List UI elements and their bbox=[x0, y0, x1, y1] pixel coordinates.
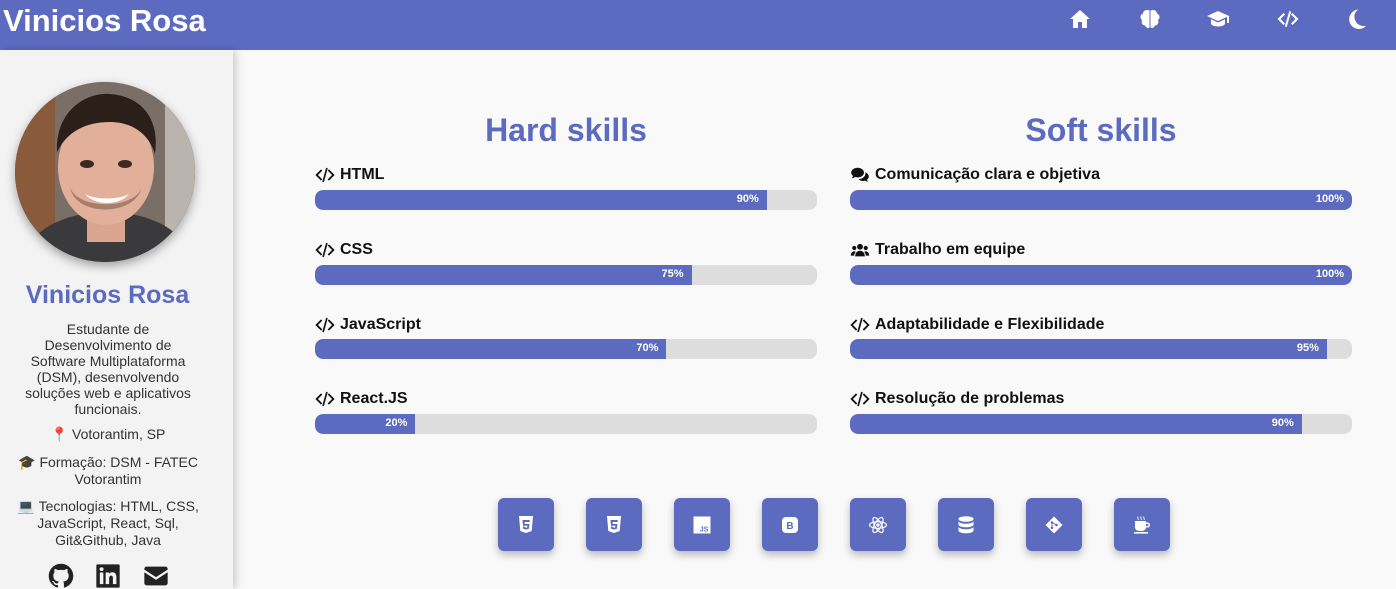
soft-skill-problem-solving-label: Resolução de problemas bbox=[850, 390, 1064, 408]
skill-name: Comunicação clara e objetiva bbox=[875, 166, 1100, 183]
github-icon[interactable] bbox=[47, 562, 75, 589]
soft-skill-problem-solving-progress: 90% bbox=[850, 414, 1352, 434]
progress-percent: 70% bbox=[636, 342, 659, 354]
top-navbar: Vinicios Rosa bbox=[0, 0, 1396, 50]
home-icon[interactable] bbox=[1067, 6, 1093, 32]
linkedin-icon[interactable] bbox=[94, 562, 122, 589]
code-icon bbox=[850, 316, 870, 334]
graduation-cap-icon: 🎓 bbox=[18, 454, 36, 470]
javascript-button[interactable]: JS bbox=[674, 498, 730, 551]
database-icon bbox=[958, 515, 974, 533]
location-info: 📍 Votorantim, SP bbox=[8, 426, 208, 443]
technologies-text: Tecnologias: HTML, CSS, JavaScript, Reac… bbox=[37, 498, 199, 548]
hard-skill-javascript-progress: 70% bbox=[315, 339, 817, 359]
code-icon bbox=[315, 241, 335, 259]
soft-skill-communication-progress: 100% bbox=[850, 190, 1352, 210]
hard-skill-css-progress: 75% bbox=[315, 265, 817, 285]
soft-skills-title: Soft skills bbox=[1025, 112, 1177, 148]
profile-sidebar: Vinicios Rosa Estudante de Desenvolvimen… bbox=[0, 50, 233, 589]
code-icon bbox=[850, 390, 870, 408]
location-text: Votorantim, SP bbox=[72, 426, 166, 442]
education-info: 🎓 Formação: DSM - FATEC Votorantim bbox=[8, 454, 208, 488]
bootstrap-button[interactable]: B bbox=[762, 498, 818, 551]
skill-name: HTML bbox=[340, 166, 385, 183]
progress-fill: 95% bbox=[850, 339, 1327, 359]
hard-skill-html-progress: 90% bbox=[315, 190, 817, 210]
hard-skill-css-label: CSS bbox=[315, 241, 373, 259]
skill-name: JavaScript bbox=[340, 316, 421, 333]
code-icon bbox=[315, 166, 335, 184]
hard-skill-react-label: React.JS bbox=[315, 390, 408, 408]
brand-title[interactable]: Vinicios Rosa bbox=[3, 3, 206, 39]
bootstrap-icon: B bbox=[782, 516, 798, 533]
laptop-icon: 💻 bbox=[17, 498, 35, 514]
hard-skill-javascript-label: JavaScript bbox=[315, 316, 421, 334]
skill-name: Resolução de problemas bbox=[875, 390, 1065, 407]
bootstrap-glyph: B bbox=[786, 521, 793, 532]
soft-skill-teamwork-progress: 100% bbox=[850, 265, 1352, 285]
progress-percent: 75% bbox=[661, 268, 684, 280]
css3-button[interactable] bbox=[586, 498, 642, 551]
progress-fill: 100% bbox=[850, 190, 1352, 210]
soft-skill-adaptability-label: Adaptabilidade e Flexibilidade bbox=[850, 316, 1104, 334]
react-icon bbox=[868, 516, 888, 533]
progress-fill: 75% bbox=[315, 265, 692, 285]
code-icon[interactable] bbox=[1275, 6, 1301, 32]
progress-fill: 90% bbox=[850, 414, 1302, 434]
soft-skill-communication-label: Comunicação clara e objetiva bbox=[850, 166, 1100, 184]
react-button[interactable] bbox=[850, 498, 906, 551]
hard-skill-react-progress: 20% bbox=[315, 414, 817, 434]
pin-icon: 📍 bbox=[50, 426, 69, 442]
git-button[interactable] bbox=[1026, 498, 1082, 551]
progress-percent: 100% bbox=[1315, 268, 1344, 280]
skill-name: React.JS bbox=[340, 390, 408, 407]
avatar bbox=[15, 82, 195, 262]
profile-name: Vinicios Rosa bbox=[25, 281, 190, 309]
javascript-icon: JS bbox=[693, 516, 711, 533]
profile-bio: Estudante de Desenvolvimento de Software… bbox=[25, 321, 191, 417]
js-glyph: JS bbox=[700, 526, 709, 533]
comments-icon bbox=[850, 166, 870, 184]
git-icon bbox=[1045, 516, 1063, 533]
brain-icon[interactable] bbox=[1137, 6, 1163, 32]
java-icon bbox=[1134, 515, 1150, 534]
code-icon bbox=[315, 390, 335, 408]
progress-percent: 100% bbox=[1315, 193, 1344, 205]
progress-percent: 20% bbox=[385, 417, 408, 429]
database-button[interactable] bbox=[938, 498, 994, 551]
css3-icon bbox=[607, 515, 621, 533]
java-button[interactable] bbox=[1114, 498, 1170, 551]
html5-button[interactable] bbox=[498, 498, 554, 551]
hard-skill-html-label: HTML bbox=[315, 166, 384, 184]
skill-name: Adaptabilidade e Flexibilidade bbox=[875, 316, 1105, 333]
skill-name: Trabalho em equipe bbox=[875, 241, 1026, 258]
progress-fill: 70% bbox=[315, 339, 667, 359]
soft-skill-teamwork-label: Trabalho em equipe bbox=[850, 241, 1025, 259]
email-icon[interactable] bbox=[142, 562, 170, 589]
hard-skills-title: Hard skills bbox=[485, 112, 647, 148]
progress-fill: 90% bbox=[315, 190, 767, 210]
soft-skill-adaptability-progress: 95% bbox=[850, 339, 1352, 359]
graduation-cap-icon[interactable] bbox=[1205, 6, 1231, 32]
education-text: Formação: DSM - FATEC Votorantim bbox=[39, 454, 198, 487]
progress-percent: 90% bbox=[736, 193, 759, 205]
html5-icon bbox=[519, 515, 533, 533]
moon-icon[interactable] bbox=[1344, 6, 1370, 32]
progress-percent: 95% bbox=[1296, 342, 1319, 354]
users-icon bbox=[850, 241, 870, 259]
progress-percent: 90% bbox=[1271, 417, 1294, 429]
technologies-info: 💻 Tecnologias: HTML, CSS, JavaScript, Rea… bbox=[8, 498, 208, 549]
progress-fill: 20% bbox=[315, 414, 416, 434]
code-icon bbox=[315, 316, 335, 334]
skill-name: CSS bbox=[340, 241, 373, 258]
progress-fill: 100% bbox=[850, 265, 1352, 285]
